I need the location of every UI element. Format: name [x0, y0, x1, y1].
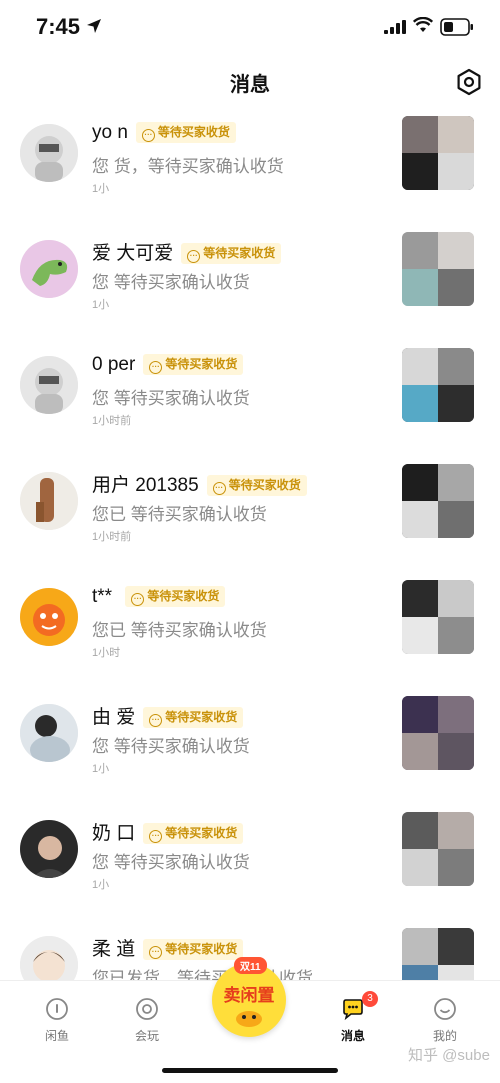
ellipsis-icon: ··· [141, 129, 155, 143]
nav-header: 消息 [0, 56, 500, 106]
ellipsis-icon: ··· [149, 830, 163, 844]
message-preview: 您已 等待买家确认收货 [92, 621, 267, 640]
product-thumbnail[interactable] [402, 232, 474, 306]
status-badge-label: 等待买家收货 [157, 125, 230, 140]
status-badge: ··· 等待买家收货 [135, 122, 236, 144]
avatar[interactable] [20, 356, 78, 414]
status-badge: ··· 等待买家收货 [143, 939, 244, 961]
contact-name: 0 per [92, 354, 136, 375]
fish-home-icon [46, 998, 68, 1020]
battery-icon [440, 18, 473, 36]
status-badge-label: 等待买家收货 [165, 710, 238, 725]
avatar[interactable] [20, 240, 78, 298]
product-thumbnail[interactable] [402, 696, 474, 770]
avatar[interactable] [20, 472, 78, 530]
message-item[interactable]: 由 爱 ··· 等待买家收货 您 等待买家确认收货 1小 [0, 696, 500, 812]
contact-name: 爱 大可爱 [92, 243, 174, 264]
message-item[interactable]: 奶 口 ··· 等待买家收货 您 等待买家确认收货 1小 [0, 812, 500, 928]
play-circle-icon [136, 998, 158, 1020]
status-badge-label: 等待买家收货 [165, 357, 238, 372]
tab-label: 闲鱼 [44, 1029, 69, 1043]
ellipsis-icon: ··· [187, 250, 201, 264]
ellipsis-icon: ··· [149, 714, 163, 728]
product-thumbnail[interactable] [402, 812, 474, 886]
message-time: 1小 [92, 183, 110, 195]
settings-hexagon-icon[interactable] [455, 68, 483, 96]
status-badge: ··· 等待买家收货 [125, 586, 226, 608]
product-thumbnail[interactable] [402, 580, 474, 654]
tab-mine[interactable]: 我的 [410, 991, 480, 1051]
tab-xianyu[interactable]: 闲鱼 [22, 991, 92, 1051]
home-indicator[interactable] [162, 1068, 338, 1073]
contact-name: 柔 道 [92, 939, 136, 960]
status-badge: ··· 等待买家收货 [143, 354, 244, 376]
message-item[interactable]: 用户 201385 ··· 等待买家收货 您已 等待买家确认收货 1小时前 [0, 464, 500, 580]
message-item[interactable]: t** ··· 等待买家收货 您已 等待买家确认收货 1小时 [0, 580, 500, 696]
location-arrow-icon [87, 19, 101, 33]
status-badge: ··· 等待买家收货 [206, 475, 307, 497]
message-preview: 您 等待买家确认收货 [92, 389, 250, 408]
ellipsis-icon: ··· [149, 361, 163, 375]
message-time: 1小时前 [92, 415, 132, 427]
cellular-signal-icon [384, 20, 406, 34]
avatar[interactable] [20, 820, 78, 878]
message-item[interactable]: 爱 大可爱 ··· 等待买家收货 您 等待买家确认收货 1小 [0, 232, 500, 348]
avatar[interactable] [20, 588, 78, 646]
tab-label: 消息 [340, 1029, 365, 1043]
sell-idle-button[interactable]: 双11 卖闲置 [212, 957, 286, 1037]
contact-name: 奶 口 [92, 823, 136, 844]
message-time: 1小 [92, 879, 110, 891]
status-badge-label: 等待买家收货 [228, 478, 301, 493]
message-preview: 您 等待买家确认收货 [92, 737, 250, 756]
message-preview: 您已 等待买家确认收货 [92, 505, 267, 524]
status-bar: 7:45 [0, 0, 500, 56]
tab-label: 我的 [432, 1029, 457, 1043]
status-badge: ··· 等待买家收货 [143, 707, 244, 729]
tab-label: 会玩 [134, 1029, 159, 1043]
message-time: 1小 [92, 299, 110, 311]
unread-count-badge: 3 [362, 991, 378, 1007]
status-badge-label: 等待买家收货 [165, 826, 238, 841]
contact-name: yo n [92, 122, 128, 143]
watermark-text: 知乎 @sube [408, 1047, 490, 1064]
sell-idle-label: 卖闲置 [223, 986, 275, 1005]
status-badge-label: 等待买家收货 [203, 246, 276, 261]
avatar[interactable] [20, 704, 78, 762]
message-preview: 您 货，等待买家确认收货 [92, 157, 284, 176]
wifi-icon [413, 17, 433, 32]
message-time: 1小时 [92, 647, 121, 659]
status-badge-label: 等待买家收货 [165, 942, 238, 957]
ellipsis-icon: ··· [131, 593, 145, 607]
mascot-icon [236, 1011, 262, 1027]
message-preview: 您 等待买家确认收货 [92, 853, 250, 872]
contact-name: t** [92, 586, 118, 607]
message-item[interactable]: 0 per ··· 等待买家收货 您 等待买家确认收货 1小时前 [0, 348, 500, 464]
message-time: 1小时前 [92, 531, 132, 543]
contact-name: 由 爱 [92, 707, 136, 728]
product-thumbnail[interactable] [402, 464, 474, 538]
ellipsis-icon: ··· [149, 946, 163, 960]
message-time: 1小 [92, 763, 110, 775]
message-item[interactable]: yo n ··· 等待买家收货 您 货，等待买家确认收货 1小 [0, 116, 500, 232]
product-thumbnail[interactable] [402, 116, 474, 190]
status-time: 7:45 [36, 14, 81, 39]
status-badge: ··· 等待买家收货 [181, 243, 282, 265]
ellipsis-icon: ··· [212, 482, 226, 496]
status-badge: ··· 等待买家收货 [143, 823, 244, 845]
status-badge-label: 等待买家收货 [147, 589, 220, 604]
avatar[interactable] [20, 124, 78, 182]
page-title: 消息 [230, 74, 270, 96]
message-preview: 您 等待买家确认收货 [92, 273, 250, 292]
contact-name: 用户 201385 [92, 475, 199, 496]
profile-smile-icon [434, 998, 456, 1020]
tab-huiwan[interactable]: 会玩 [112, 991, 182, 1051]
promo-tag: 双11 [234, 957, 267, 974]
product-thumbnail[interactable] [402, 348, 474, 422]
